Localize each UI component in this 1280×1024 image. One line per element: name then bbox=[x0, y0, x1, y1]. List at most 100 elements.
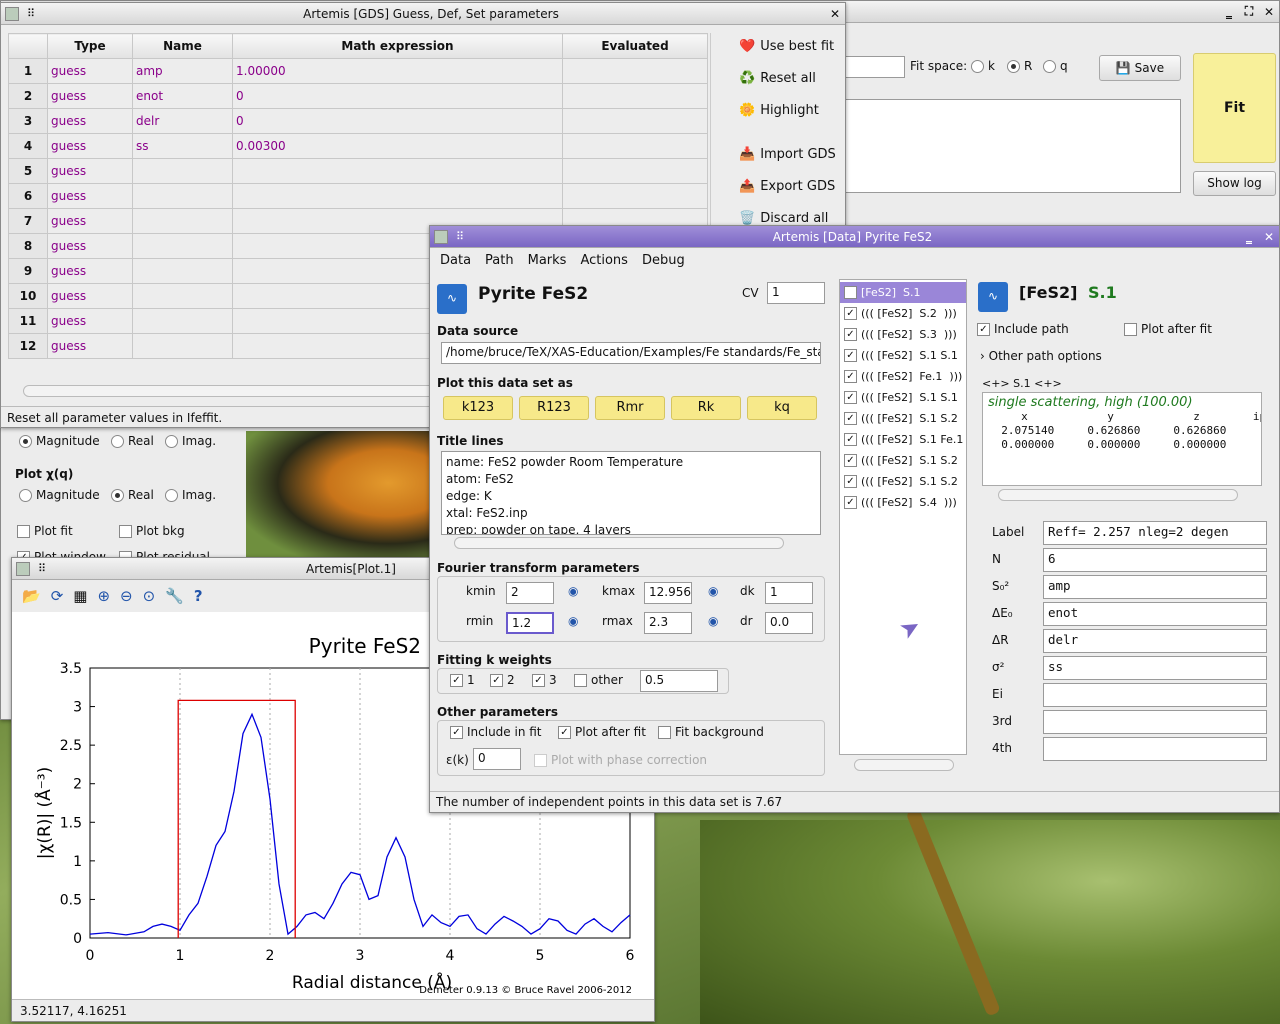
zoom-out-icon[interactable]: ⊖ bbox=[120, 587, 133, 605]
row-number[interactable]: 5 bbox=[8, 158, 48, 184]
name-cell[interactable]: amp bbox=[132, 58, 233, 84]
name-cell[interactable] bbox=[132, 208, 233, 234]
type-cell[interactable]: guess bbox=[47, 183, 133, 209]
row-number[interactable]: 1 bbox=[8, 58, 48, 84]
row-number[interactable]: 8 bbox=[8, 233, 48, 259]
path-list-item[interactable]: ✓ ((( [FeS2] S.2 ))) bbox=[840, 303, 966, 324]
other-path-options-expander[interactable]: › Other path options bbox=[980, 349, 1102, 363]
row-number[interactable]: 11 bbox=[8, 308, 48, 334]
name-cell[interactable] bbox=[132, 158, 233, 184]
kw2-check[interactable]: ✓ 2 bbox=[490, 673, 515, 687]
row-number[interactable]: 12 bbox=[8, 333, 48, 359]
gds-hscroll[interactable] bbox=[23, 385, 443, 397]
name-cell[interactable]: enot bbox=[132, 83, 233, 109]
highlight-button[interactable]: 🌼 Highlight bbox=[739, 103, 819, 127]
evaluated-cell[interactable] bbox=[562, 158, 708, 184]
rmin-pick-icon[interactable]: ◉ bbox=[568, 614, 578, 628]
type-cell[interactable]: guess bbox=[47, 333, 133, 359]
type-cell[interactable]: guess bbox=[47, 58, 133, 84]
minimize-icon[interactable]: ‗ bbox=[1219, 5, 1239, 19]
close-icon[interactable]: ✕ bbox=[1259, 5, 1279, 19]
type-cell[interactable]: guess bbox=[47, 158, 133, 184]
math-cell[interactable] bbox=[232, 183, 563, 209]
col-math[interactable]: Math expression bbox=[232, 33, 563, 59]
fit-description-input[interactable] bbox=[841, 99, 1181, 193]
param-input[interactable] bbox=[1043, 710, 1267, 734]
path-plot-after-fit-check[interactable]: Plot after fit bbox=[1124, 322, 1212, 336]
export-gds-button[interactable]: 📤 Export GDS bbox=[739, 179, 835, 203]
name-cell[interactable] bbox=[132, 308, 233, 334]
math-cell[interactable]: 0 bbox=[232, 108, 563, 134]
zoom-fit-icon[interactable]: ⊙ bbox=[143, 587, 156, 605]
math-cell[interactable] bbox=[232, 158, 563, 184]
path-list-item[interactable]: [FeS2] S.1 bbox=[840, 282, 966, 303]
include-path-check[interactable]: ✓ Include path bbox=[977, 322, 1069, 336]
path-list-item[interactable]: ✓ ((( [FeS2] S.1 S.2 bbox=[840, 450, 966, 471]
import-gds-button[interactable]: 📥 Import GDS bbox=[739, 147, 836, 171]
minimize-icon[interactable]: ‗ bbox=[1239, 230, 1259, 244]
param-input[interactable]: delr bbox=[1043, 629, 1267, 653]
imag-q-radio[interactable]: Imag. bbox=[165, 488, 216, 502]
path-list-item[interactable]: ✓ ((( [FeS2] S.1 Fe.1 bbox=[840, 429, 966, 450]
mag-q-radio[interactable]: Magnitude bbox=[19, 488, 100, 502]
plot-fit-check[interactable]: Plot fit bbox=[17, 524, 73, 538]
path-list-hscroll[interactable] bbox=[854, 759, 954, 771]
path-check[interactable]: ✓ bbox=[844, 370, 857, 383]
evaluated-cell[interactable] bbox=[562, 83, 708, 109]
close-icon[interactable]: ✕ bbox=[1259, 230, 1279, 244]
name-cell[interactable] bbox=[132, 258, 233, 284]
param-input[interactable] bbox=[1043, 737, 1267, 761]
col-type[interactable]: Type bbox=[47, 33, 133, 59]
imag-r-radio[interactable]: Imag. bbox=[165, 434, 216, 448]
param-input[interactable]: amp bbox=[1043, 575, 1267, 599]
row-number[interactable]: 4 bbox=[8, 133, 48, 159]
row-number[interactable]: 3 bbox=[8, 108, 48, 134]
plot-rk-button[interactable]: Rk bbox=[671, 396, 741, 420]
path-list-item[interactable]: ✓ ((( [FeS2] Fe.1 ))) bbox=[840, 366, 966, 387]
name-cell[interactable] bbox=[132, 333, 233, 359]
fitspace-k[interactable]: k bbox=[971, 59, 995, 73]
epsilon-k-input[interactable]: 0 bbox=[473, 748, 521, 770]
dk-input[interactable]: 1 bbox=[765, 582, 813, 604]
evaluated-cell[interactable] bbox=[562, 108, 708, 134]
row-number[interactable]: 7 bbox=[8, 208, 48, 234]
type-cell[interactable]: guess bbox=[47, 233, 133, 259]
path-check[interactable]: ✓ bbox=[844, 328, 857, 341]
type-cell[interactable]: guess bbox=[47, 83, 133, 109]
table-row[interactable]: 5 guess bbox=[8, 158, 708, 184]
help-icon[interactable]: ? bbox=[194, 587, 203, 605]
name-cell[interactable] bbox=[132, 283, 233, 309]
real-r-radio[interactable]: Real bbox=[111, 434, 154, 448]
param-input[interactable]: Reff= 2.257 nleg=2 degen bbox=[1043, 521, 1267, 545]
path-check[interactable]: ✓ bbox=[844, 391, 857, 404]
phase-correction-check[interactable]: Plot with phase correction bbox=[534, 753, 707, 767]
kw3-check[interactable]: ✓ 3 bbox=[532, 673, 557, 687]
menu-path[interactable]: Path bbox=[485, 253, 514, 268]
menu-marks[interactable]: Marks bbox=[528, 253, 567, 268]
fit-background-check[interactable]: Fit background bbox=[658, 725, 764, 739]
type-cell[interactable]: guess bbox=[47, 208, 133, 234]
title-lines-text[interactable]: name: FeS2 powder Room Temperature atom: … bbox=[441, 451, 821, 535]
name-cell[interactable]: ss bbox=[132, 133, 233, 159]
plot-rmr-button[interactable]: Rmr bbox=[595, 396, 665, 420]
close-icon[interactable]: ✕ bbox=[825, 7, 845, 21]
row-number[interactable]: 6 bbox=[8, 183, 48, 209]
path-list-item[interactable]: ✓ ((( [FeS2] S.1 S.1 bbox=[840, 387, 966, 408]
param-input[interactable]: ss bbox=[1043, 656, 1267, 680]
dr-input[interactable]: 0.0 bbox=[765, 612, 813, 634]
menu-data[interactable]: Data bbox=[440, 253, 471, 268]
name-cell[interactable]: delr bbox=[132, 108, 233, 134]
name-cell[interactable] bbox=[132, 183, 233, 209]
plot-bkg-check[interactable]: Plot bkg bbox=[119, 524, 185, 538]
col-evaluated[interactable]: Evaluated bbox=[562, 33, 708, 59]
path-check[interactable]: ✓ bbox=[844, 475, 857, 488]
evaluated-cell[interactable] bbox=[562, 133, 708, 159]
fitspace-q[interactable]: q bbox=[1043, 59, 1068, 73]
path-desc-hscroll[interactable] bbox=[998, 489, 1238, 501]
type-cell[interactable]: guess bbox=[47, 108, 133, 134]
name-cell[interactable] bbox=[132, 233, 233, 259]
row-number[interactable]: 10 bbox=[8, 283, 48, 309]
reset-all-button[interactable]: ♻️ Reset all bbox=[739, 71, 816, 95]
plot-r123-button[interactable]: R123 bbox=[519, 396, 589, 420]
math-cell[interactable]: 0 bbox=[232, 83, 563, 109]
